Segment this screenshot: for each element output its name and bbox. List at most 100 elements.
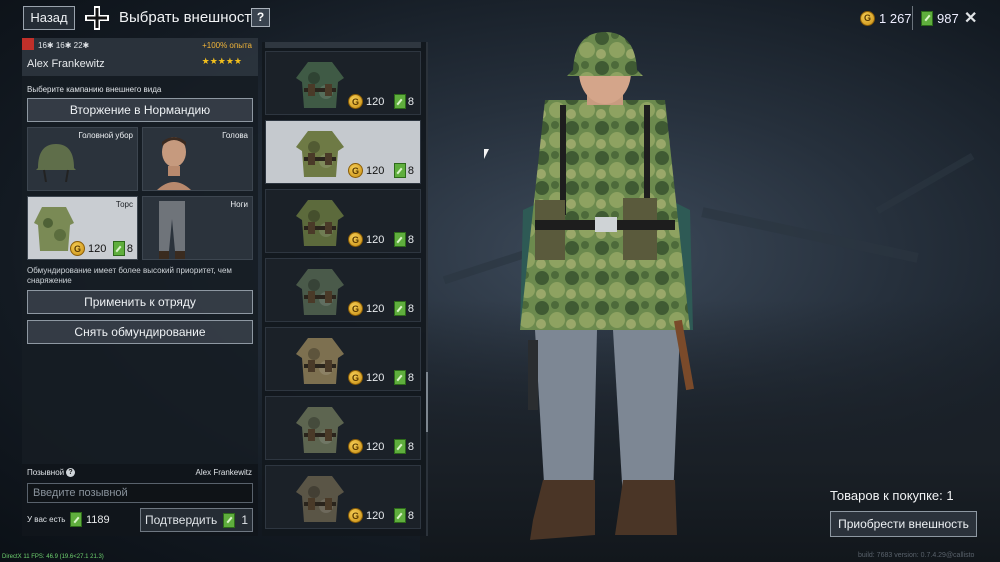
remove-uniform-button[interactable]: Снять обмундирование bbox=[27, 320, 253, 344]
premium-flag-icon bbox=[22, 38, 34, 50]
price-value: 120 bbox=[366, 509, 385, 522]
slot-label: Голова bbox=[222, 131, 248, 140]
item-price: G 120 bbox=[348, 232, 384, 247]
slot-headgear[interactable]: Головной убор bbox=[27, 127, 138, 191]
build-version: build: 7683 version: 0.7.4.29@callisto bbox=[858, 552, 975, 559]
ticket-have: 1189 bbox=[70, 512, 110, 527]
jacket-icon bbox=[296, 131, 344, 177]
price-value: 120 bbox=[366, 371, 385, 384]
jacket-icon bbox=[296, 62, 344, 108]
list-item[interactable]: G 120 8 bbox=[265, 258, 421, 322]
ticket-icon bbox=[921, 10, 933, 26]
campaign-select[interactable]: Вторжение в Нормандию bbox=[27, 98, 253, 122]
gold-coin-icon: G bbox=[348, 301, 363, 316]
soldier-header: 16✱ 16✱ 22✱ +100% опыта Alex Frankewitz … bbox=[22, 38, 258, 76]
buy-appearance-button[interactable]: Приобрести внешность bbox=[830, 511, 977, 537]
gold-coin-icon: G bbox=[348, 232, 363, 247]
callsign-input[interactable] bbox=[27, 483, 253, 503]
fps-counter: DirectX 11 FPS: 46.9 (19.6<27.1 21.3) bbox=[2, 554, 104, 560]
price-value: 120 bbox=[88, 242, 107, 255]
ticket-value: 8 bbox=[407, 95, 414, 108]
item-price: G 120 bbox=[348, 94, 384, 109]
ticket-value: 8 bbox=[126, 242, 133, 255]
item-price: G 120 bbox=[348, 301, 384, 316]
price-value: 120 bbox=[366, 95, 385, 108]
item-price: G 120 bbox=[348, 163, 384, 178]
soldier-rank-stars: ★★★★★ bbox=[201, 56, 242, 66]
gold-amount: 1 267 bbox=[879, 10, 912, 26]
jacket-icon bbox=[296, 476, 344, 522]
confirm-callsign-button[interactable]: Подтвердить 1 bbox=[140, 508, 253, 532]
gold-balance: G 1 267 bbox=[860, 8, 912, 28]
apply-to-squad-button[interactable]: Применить к отряду bbox=[27, 290, 253, 314]
list-item[interactable]: G 120 8 bbox=[265, 51, 421, 115]
soldier-model bbox=[520, 32, 695, 540]
ticket-icon bbox=[223, 512, 236, 528]
item-price: G 120 bbox=[348, 508, 384, 523]
ticket-icon bbox=[393, 508, 406, 523]
have-label: У вас есть bbox=[27, 515, 66, 524]
list-item[interactable]: G 120 8 bbox=[265, 327, 421, 391]
list-top-edge bbox=[265, 42, 421, 48]
ticket-icon bbox=[112, 241, 125, 256]
ticket-icon bbox=[393, 163, 406, 178]
gold-coin-icon: G bbox=[348, 439, 363, 454]
jacket-icon bbox=[296, 200, 344, 246]
price-value: 120 bbox=[366, 164, 385, 177]
item-price: G 120 bbox=[348, 370, 384, 385]
ticket-icon bbox=[393, 94, 406, 109]
xp-bonus: +100% опыта bbox=[202, 41, 252, 50]
back-button[interactable]: Назад bbox=[23, 6, 75, 30]
slot-label: Головной убор bbox=[78, 131, 133, 140]
item-ticket-price: 8 bbox=[393, 370, 414, 385]
price-value: 120 bbox=[366, 302, 385, 315]
items-to-buy-count: Товаров к покупке: 1 bbox=[830, 488, 954, 503]
jacket-icon bbox=[296, 338, 344, 384]
item-ticket-price: 8 bbox=[393, 232, 414, 247]
camo-jacket-icon bbox=[34, 207, 74, 251]
list-item[interactable]: G 120 8 bbox=[265, 396, 421, 460]
slot-head[interactable]: Голова bbox=[142, 127, 253, 191]
slot-label: Торс bbox=[115, 200, 133, 209]
ticket-have-value: 1189 bbox=[86, 513, 110, 526]
gold-coin-icon: G bbox=[348, 370, 363, 385]
list-scrollbar[interactable] bbox=[426, 42, 428, 536]
campaign-label: Выберите кампанию внешнего вида bbox=[27, 85, 162, 94]
list-item[interactable]: G 120 8 bbox=[265, 189, 421, 253]
slot-ticket-price: 8 bbox=[112, 241, 133, 256]
slot-label: Ноги bbox=[230, 200, 248, 209]
list-scrollbar-thumb[interactable] bbox=[426, 372, 428, 432]
price-value: 120 bbox=[366, 440, 385, 453]
ticket-icon bbox=[70, 512, 82, 527]
soldier-name: Alex Frankewitz bbox=[27, 58, 105, 70]
slot-torso[interactable]: Торс G 120 8 bbox=[27, 196, 138, 260]
top-bar: Назад Выбрать внешность ? G 1 267 987 ✕ bbox=[0, 0, 1000, 36]
item-ticket-price: 8 bbox=[393, 508, 414, 523]
ticket-value: 8 bbox=[407, 233, 414, 246]
callsign-help-icon[interactable]: ? bbox=[66, 468, 75, 477]
ticket-icon bbox=[393, 370, 406, 385]
priority-note: Обмундирование имеет более высокий приор… bbox=[27, 266, 232, 285]
callsign-label: Позывной bbox=[27, 468, 65, 477]
slot-legs[interactable]: Ноги bbox=[142, 196, 253, 260]
ticket-balance: 987 bbox=[921, 8, 959, 28]
ticket-value: 8 bbox=[407, 302, 414, 315]
gold-coin-icon: G bbox=[860, 10, 875, 26]
background-beam bbox=[701, 207, 919, 263]
close-button[interactable]: ✕ bbox=[964, 8, 977, 28]
ticket-icon bbox=[393, 301, 406, 316]
gold-coin-icon: G bbox=[348, 163, 363, 178]
iron-cross-icon bbox=[85, 6, 109, 30]
list-item[interactable]: G 120 8 bbox=[265, 120, 421, 184]
ticket-value: 8 bbox=[407, 371, 414, 384]
page-title: Выбрать внешность bbox=[119, 9, 260, 26]
appearance-panel: 16✱ 16✱ 22✱ +100% опыта Alex Frankewitz … bbox=[22, 38, 258, 536]
price-value: 120 bbox=[366, 233, 385, 246]
ticket-icon bbox=[393, 232, 406, 247]
item-ticket-price: 8 bbox=[393, 301, 414, 316]
soldier-stats: 16✱ 16✱ 22✱ bbox=[38, 41, 90, 50]
help-button[interactable]: ? bbox=[251, 8, 270, 27]
background-beam bbox=[875, 152, 975, 215]
slot-price: G 120 bbox=[70, 241, 106, 256]
list-item[interactable]: G 120 8 bbox=[265, 465, 421, 529]
